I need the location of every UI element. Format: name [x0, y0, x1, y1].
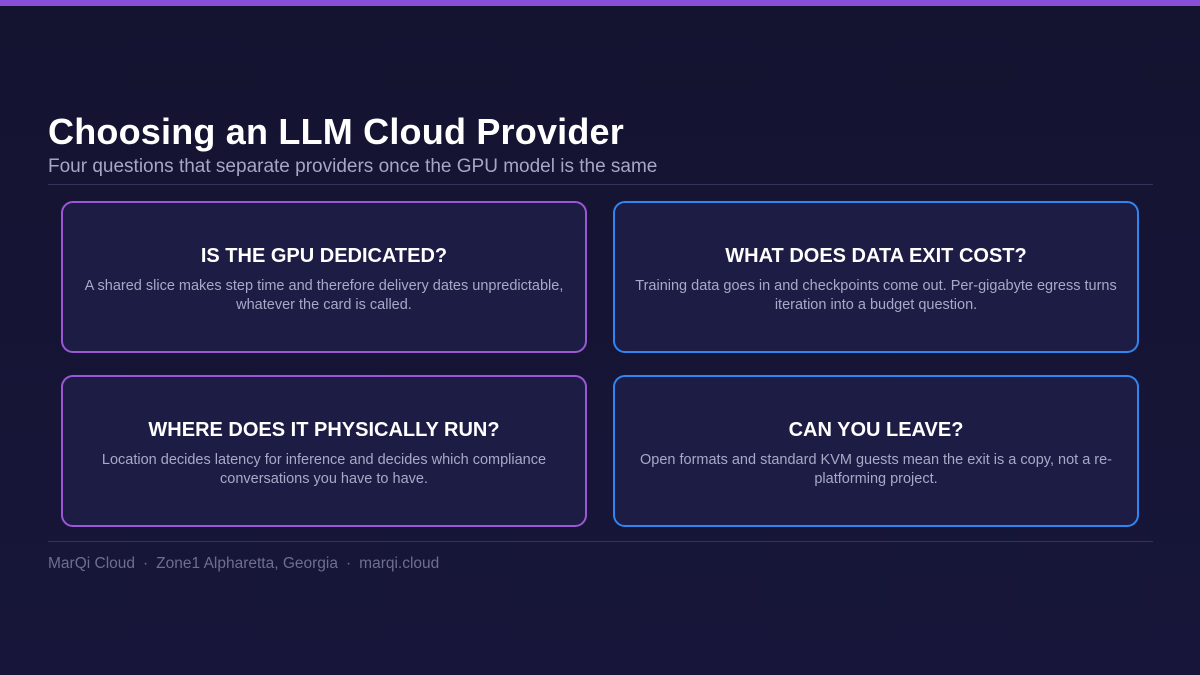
footer-separator: · — [143, 555, 149, 572]
accent-bar — [0, 0, 1200, 6]
card-title: WHAT DOES DATA EXIT COST? — [725, 245, 1027, 267]
slide: Choosing an LLM Cloud Provider Four ques… — [0, 0, 1200, 675]
footer-location: Zone1 Alpharetta, Georgia — [156, 555, 338, 572]
card-title: IS THE GPU DEDICATED? — [200, 245, 448, 267]
card-body: Location decides latency for inference a… — [101, 452, 547, 487]
footer-separator: · — [346, 555, 352, 572]
card-gpu-dedicated: IS THE GPU DEDICATED? A shared slice mak… — [61, 201, 587, 353]
card-title: CAN YOU LEAVE? — [788, 419, 964, 441]
footer-site: marqi.cloud — [359, 555, 440, 572]
card-body: A shared slice makes step time and there… — [84, 278, 564, 313]
footer: MarQi Cloud · Zone1 Alpharetta, Georgia · ma… — [48, 554, 439, 574]
card-data-exit-cost: WHAT DOES DATA EXIT COST? Training data … — [613, 201, 1139, 353]
card-can-you-leave: CAN YOU LEAVE? Open formats and standard… — [613, 375, 1139, 527]
footer-divider — [48, 541, 1153, 542]
card-body: Open formats and standard KVM guests mea… — [639, 452, 1113, 487]
slide-title: Choosing an LLM Cloud Provider — [48, 111, 624, 152]
card-body: Training data goes in and checkpoints co… — [635, 278, 1117, 313]
slide-subtitle: Four questions that separate providers o… — [48, 156, 658, 177]
card-title: WHERE DOES IT PHYSICALLY RUN? — [148, 419, 500, 441]
header-divider — [48, 184, 1153, 185]
card-physical-location: WHERE DOES IT PHYSICALLY RUN? Location d… — [61, 375, 587, 527]
footer-brand: MarQi Cloud — [48, 555, 135, 572]
